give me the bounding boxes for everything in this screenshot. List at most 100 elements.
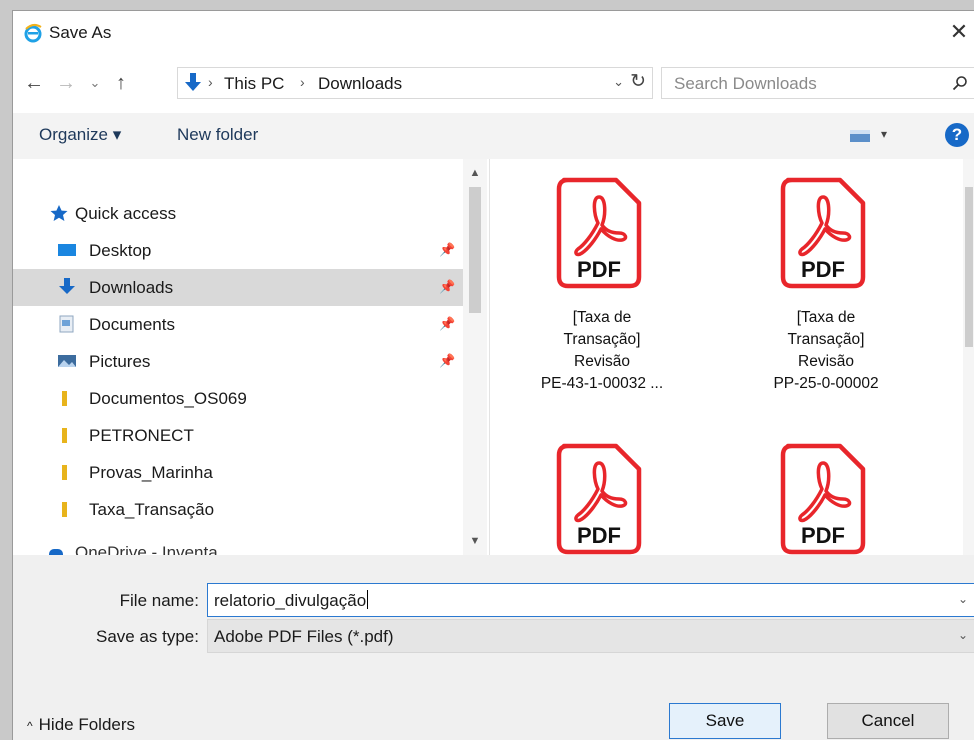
breadcrumb-downloads[interactable]: Downloads bbox=[318, 74, 402, 94]
sidebar-item-label: Documentos_OS069 bbox=[89, 389, 247, 408]
file-name-label: [Taxa de Transação] Revisão PP-25-0-0000… bbox=[726, 307, 926, 395]
file-name-line: PE-43-1-00032 ... bbox=[540, 375, 664, 392]
sidebar-item-pictures[interactable]: Pictures 📌 bbox=[13, 343, 463, 380]
sidebar-item-label: Provas_Marinha bbox=[89, 463, 213, 482]
sidebar-item-label: Taxa_Transação bbox=[89, 500, 215, 519]
navigation-pane[interactable]: Quick access Desktop 📌 Downloads 📌 Docum… bbox=[13, 159, 490, 562]
forward-arrow-icon[interactable]: → bbox=[53, 69, 79, 97]
navigation-pane-scrollbar[interactable]: ▲ ▼ bbox=[463, 159, 487, 555]
file-name-line: Revisão bbox=[798, 353, 854, 370]
desktop-icon bbox=[58, 244, 76, 256]
pin-icon[interactable]: 📌 bbox=[439, 279, 455, 295]
file-name-line: [Taxa de bbox=[572, 309, 632, 326]
file-item[interactable]: PDF [Taxa de Transação] Revisão PE-43-1-… bbox=[502, 159, 702, 419]
folder-icon bbox=[62, 502, 67, 517]
sidebar-item-label: PETRONECT bbox=[89, 426, 194, 445]
pdf-file-icon: PDF bbox=[556, 177, 642, 289]
save-as-type-label: Save as type: bbox=[95, 627, 199, 646]
sidebar-item-label: Desktop bbox=[89, 241, 152, 260]
breadcrumb-this-pc[interactable]: This PC bbox=[224, 74, 284, 94]
window-title: Save As bbox=[49, 23, 112, 42]
download-icon bbox=[185, 73, 201, 91]
sidebar-item-downloads[interactable]: Downloads 📌 bbox=[13, 269, 463, 306]
folder-icon bbox=[62, 428, 67, 443]
pin-icon[interactable]: 📌 bbox=[439, 242, 455, 258]
pdf-icon-label: PDF bbox=[577, 257, 621, 282]
save-as-type-select[interactable]: Adobe PDF Files (*.pdf) ⌄ bbox=[207, 619, 974, 653]
back-arrow-icon[interactable]: ← bbox=[21, 69, 47, 97]
pin-icon[interactable]: 📌 bbox=[439, 353, 455, 369]
breadcrumb-separator: › bbox=[208, 74, 213, 90]
file-item[interactable]: PDF bbox=[726, 425, 926, 555]
view-dropdown-chevron-icon: ▾ bbox=[881, 127, 888, 141]
file-name-line: Transação] bbox=[787, 331, 865, 348]
pdf-icon-label: PDF bbox=[577, 523, 621, 548]
save-button[interactable]: Save bbox=[669, 703, 781, 739]
save-form: File name: relatorio_divulgação ⌄ Save a… bbox=[13, 555, 974, 740]
file-name-line: [Taxa de bbox=[796, 309, 856, 326]
sidebar-item-documents[interactable]: Documents 📌 bbox=[13, 306, 463, 343]
address-dropdown-chevron-icon[interactable]: ⌄ bbox=[613, 74, 624, 90]
scrollbar-thumb[interactable] bbox=[469, 187, 481, 313]
search-placeholder: Search Downloads bbox=[674, 74, 817, 93]
scroll-down-arrow-icon[interactable]: ▼ bbox=[463, 531, 487, 551]
sidebar-item-label: Quick access bbox=[75, 204, 177, 223]
navigation-bar: ← → ⌄ ↑ › This PC › Downloads ⌄ ↻ Search… bbox=[13, 55, 974, 113]
help-icon[interactable]: ? bbox=[945, 123, 969, 147]
sidebar-item-label: Downloads bbox=[89, 278, 174, 297]
file-name-text: relatorio_divulgação bbox=[214, 591, 367, 610]
sidebar-item-quick-access[interactable]: Quick access bbox=[13, 195, 463, 232]
sidebar-item-taxa-transacao[interactable]: Taxa_Transação bbox=[13, 491, 463, 528]
pdf-icon-label: PDF bbox=[801, 523, 845, 548]
file-name-dropdown-chevron-icon[interactable]: ⌄ bbox=[958, 592, 968, 606]
hide-folders-label: Hide Folders bbox=[38, 715, 136, 734]
folder-icon bbox=[62, 465, 67, 480]
file-item[interactable]: PDF bbox=[502, 425, 702, 555]
breadcrumb-separator: › bbox=[300, 74, 305, 90]
text-caret bbox=[367, 590, 369, 609]
recent-locations-chevron-icon[interactable]: ⌄ bbox=[87, 69, 103, 97]
save-as-type-dropdown-chevron-icon[interactable]: ⌄ bbox=[958, 628, 968, 642]
sidebar-item-desktop[interactable]: Desktop 📌 bbox=[13, 232, 463, 269]
close-icon[interactable]: ✕ bbox=[946, 17, 972, 47]
scrollbar-thumb[interactable] bbox=[965, 187, 973, 347]
search-icon bbox=[952, 76, 967, 91]
file-name-line: Transação] bbox=[563, 331, 641, 348]
file-name-value: relatorio_divulgação bbox=[214, 590, 369, 611]
file-pane-scrollbar[interactable] bbox=[963, 159, 974, 555]
pin-icon[interactable]: 📌 bbox=[439, 316, 455, 332]
address-bar[interactable]: › This PC › Downloads ⌄ ↻ bbox=[177, 67, 653, 99]
pictures-icon bbox=[58, 355, 76, 367]
sidebar-item-label: Pictures bbox=[89, 352, 151, 371]
hide-folders-button[interactable]: ^ Hide Folders bbox=[27, 715, 135, 735]
sidebar-item-petronect[interactable]: PETRONECT bbox=[13, 417, 463, 454]
view-thumbnail-icon bbox=[850, 130, 870, 142]
file-name-input[interactable]: relatorio_divulgação ⌄ bbox=[207, 583, 974, 617]
sidebar-item-documentos-os069[interactable]: Documentos_OS069 bbox=[13, 380, 463, 417]
documents-icon bbox=[59, 315, 74, 333]
file-item[interactable]: PDF [Taxa de Transação] Revisão PP-25-0-… bbox=[726, 159, 926, 419]
file-list-pane[interactable]: PDF [Taxa de Transação] Revisão PE-43-1-… bbox=[490, 159, 974, 555]
change-view-button[interactable]: ▾ bbox=[849, 127, 893, 145]
ie-logo-icon bbox=[24, 23, 42, 43]
title-bar: Save As ✕ bbox=[13, 11, 974, 55]
sidebar-item-label: Documents bbox=[89, 315, 175, 334]
file-name-label: File name: bbox=[119, 591, 199, 610]
cancel-button[interactable]: Cancel bbox=[827, 703, 949, 739]
up-arrow-icon[interactable]: ↑ bbox=[109, 69, 133, 97]
new-folder-button[interactable]: New folder bbox=[177, 125, 258, 145]
refresh-icon[interactable]: ↻ bbox=[630, 70, 646, 93]
search-input[interactable]: Search Downloads bbox=[661, 67, 974, 99]
command-toolbar: Organize ▾ New folder ▾ ? bbox=[13, 113, 974, 160]
pdf-file-icon: PDF bbox=[556, 443, 642, 555]
organize-button[interactable]: Organize ▾ bbox=[39, 125, 121, 145]
pdf-icon-label: PDF bbox=[801, 257, 845, 282]
star-icon bbox=[50, 205, 68, 221]
file-name-label: [Taxa de Transação] Revisão PE-43-1-0003… bbox=[502, 307, 702, 395]
sidebar-item-provas-marinha[interactable]: Provas_Marinha bbox=[13, 454, 463, 491]
pdf-file-icon: PDF bbox=[780, 177, 866, 289]
scroll-up-arrow-icon[interactable]: ▲ bbox=[463, 163, 487, 183]
pdf-file-icon: PDF bbox=[780, 443, 866, 555]
folder-icon bbox=[62, 391, 67, 406]
save-as-type-value: Adobe PDF Files (*.pdf) bbox=[214, 627, 394, 646]
